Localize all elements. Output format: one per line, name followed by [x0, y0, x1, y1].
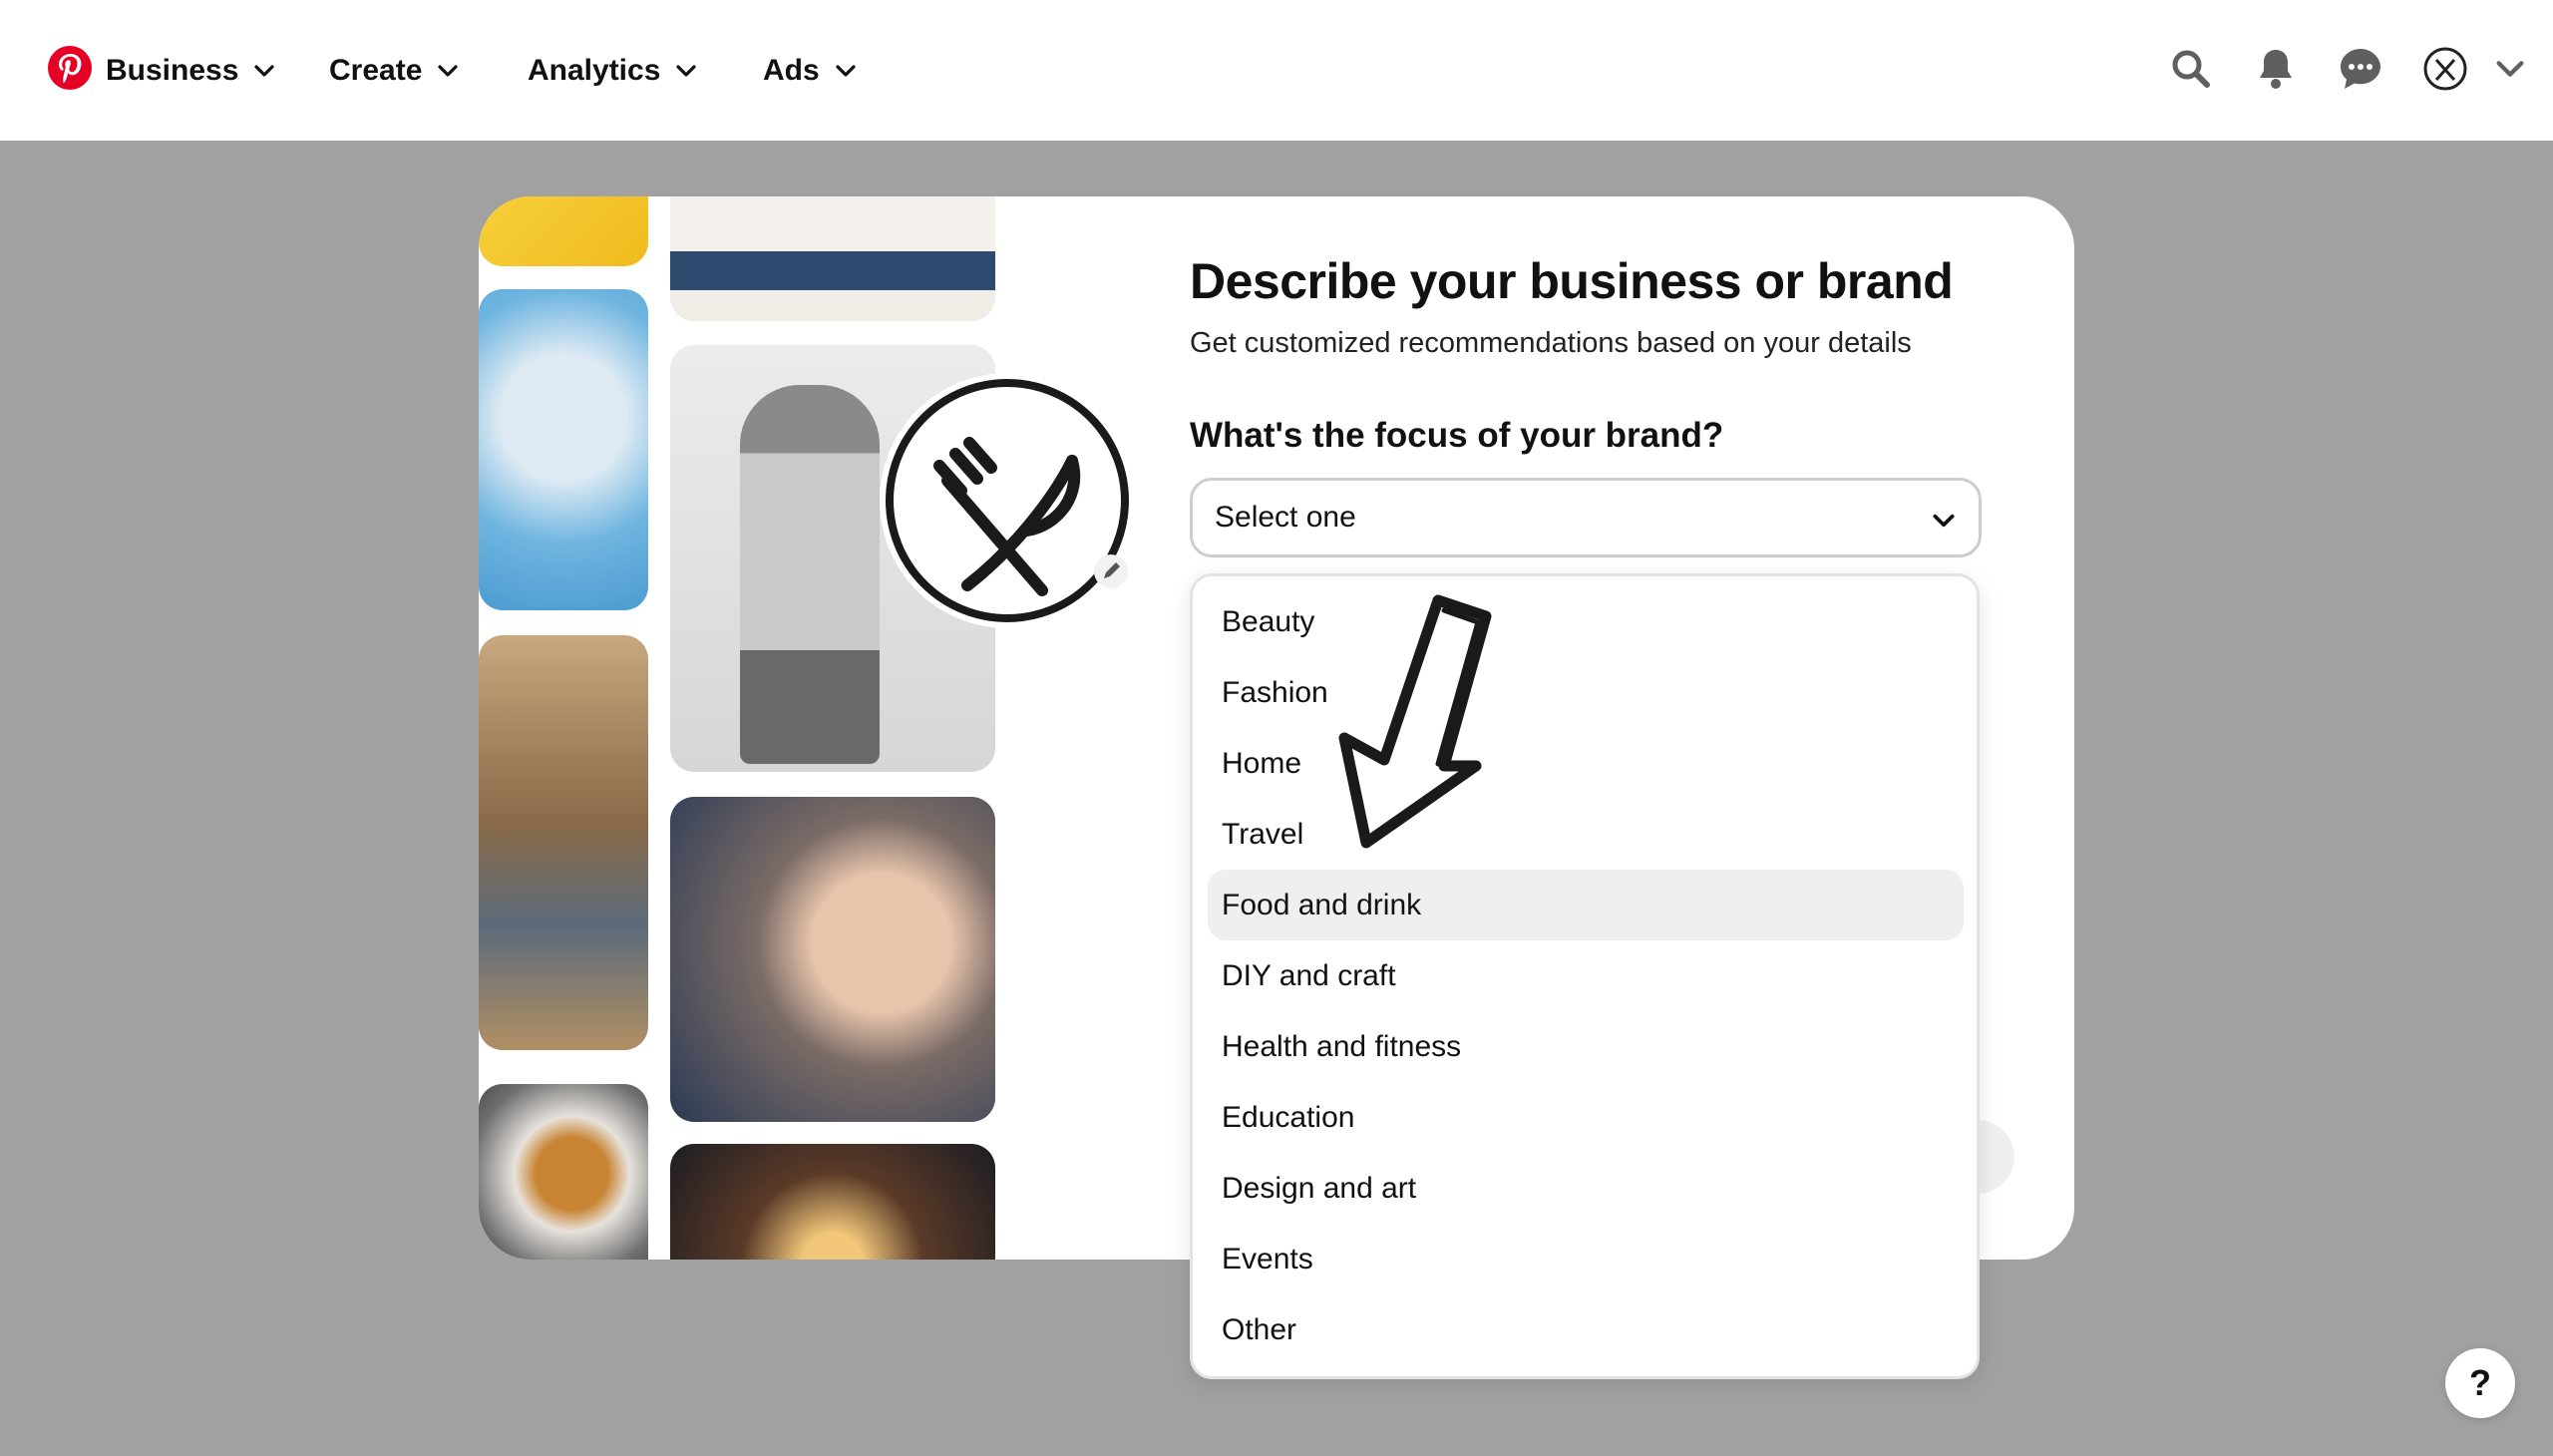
inspiration-collage: [479, 196, 997, 1260]
option-food-and-drink[interactable]: Food and drink: [1208, 870, 1964, 940]
option-diy-and-craft[interactable]: DIY and craft: [1208, 940, 1964, 1011]
option-label: Home: [1222, 746, 1302, 780]
chevron-down-icon: [1933, 514, 1955, 528]
toy-dinosaur-image: [479, 196, 648, 266]
nav-analytics-label: Analytics: [528, 53, 661, 87]
brand-focus-select-value: Select one: [1215, 501, 1356, 534]
modal-subtitle: Get customized recommendations based on …: [1190, 327, 1912, 359]
option-label: Food and drink: [1222, 888, 1422, 921]
lit-street-image: [670, 1144, 995, 1260]
help-label: ?: [2469, 1362, 2491, 1403]
option-travel[interactable]: Travel: [1208, 799, 1964, 870]
option-label: DIY and craft: [1222, 958, 1396, 992]
notifications-bell-icon[interactable]: [2253, 46, 2299, 92]
profile-avatar-icon[interactable]: [2422, 46, 2468, 92]
option-label: Design and art: [1222, 1171, 1417, 1205]
brand-focus-select[interactable]: Select one: [1190, 478, 1982, 557]
nav-ads-menu[interactable]: Ads: [763, 0, 858, 141]
nav-business-menu[interactable]: Business: [106, 0, 276, 141]
edit-pencil-icon[interactable]: [1093, 553, 1129, 589]
option-label: Fashion: [1222, 675, 1328, 709]
brand-logo-avatar: [880, 373, 1135, 628]
kids-room-image: [479, 635, 648, 1050]
portrait-woman-image: [670, 797, 995, 1122]
messages-icon[interactable]: [2338, 46, 2383, 92]
modal-title: Describe your business or brand: [1190, 253, 1954, 309]
nav-create-menu[interactable]: Create: [329, 0, 460, 141]
help-button[interactable]: ?: [2445, 1348, 2515, 1418]
option-label: Health and fitness: [1222, 1029, 1462, 1063]
chevron-down-icon: [836, 64, 856, 77]
nav-analytics-menu[interactable]: Analytics: [528, 0, 698, 141]
option-fashion[interactable]: Fashion: [1208, 657, 1964, 728]
nav-ads-label: Ads: [763, 53, 820, 87]
nav-business-label: Business: [106, 53, 239, 87]
annotation-arrow-icon: [1338, 594, 1492, 849]
option-health-and-fitness[interactable]: Health and fitness: [1208, 1011, 1964, 1082]
option-beauty[interactable]: Beauty: [1208, 586, 1964, 657]
chevron-down-icon: [254, 64, 274, 77]
account-chevron-icon[interactable]: [2493, 52, 2527, 86]
nav-create-label: Create: [329, 53, 423, 87]
top-navigation-bar: Business Create Analytics Ads: [0, 0, 2553, 141]
search-icon[interactable]: [2168, 46, 2214, 92]
option-label: Education: [1222, 1100, 1355, 1134]
brand-focus-question: What's the focus of your brand?: [1190, 416, 1724, 455]
option-home[interactable]: Home: [1208, 728, 1964, 799]
option-other[interactable]: Other: [1208, 1294, 1964, 1365]
option-design-and-art[interactable]: Design and art: [1208, 1153, 1964, 1224]
option-label: Travel: [1222, 817, 1304, 851]
chevron-down-icon: [438, 64, 458, 77]
pinterest-logo-icon[interactable]: [48, 46, 92, 90]
option-label: Other: [1222, 1312, 1297, 1346]
option-label: Events: [1222, 1242, 1313, 1275]
option-education[interactable]: Education: [1208, 1082, 1964, 1153]
snack-bowl-image: [479, 1084, 648, 1260]
living-room-image: [670, 196, 995, 321]
brand-focus-dropdown: Beauty Fashion Home Travel Food and drin…: [1190, 573, 1980, 1379]
option-label: Beauty: [1222, 604, 1315, 638]
chevron-down-icon: [676, 64, 696, 77]
food-platter-image: [479, 289, 648, 610]
option-events[interactable]: Events: [1208, 1224, 1964, 1294]
